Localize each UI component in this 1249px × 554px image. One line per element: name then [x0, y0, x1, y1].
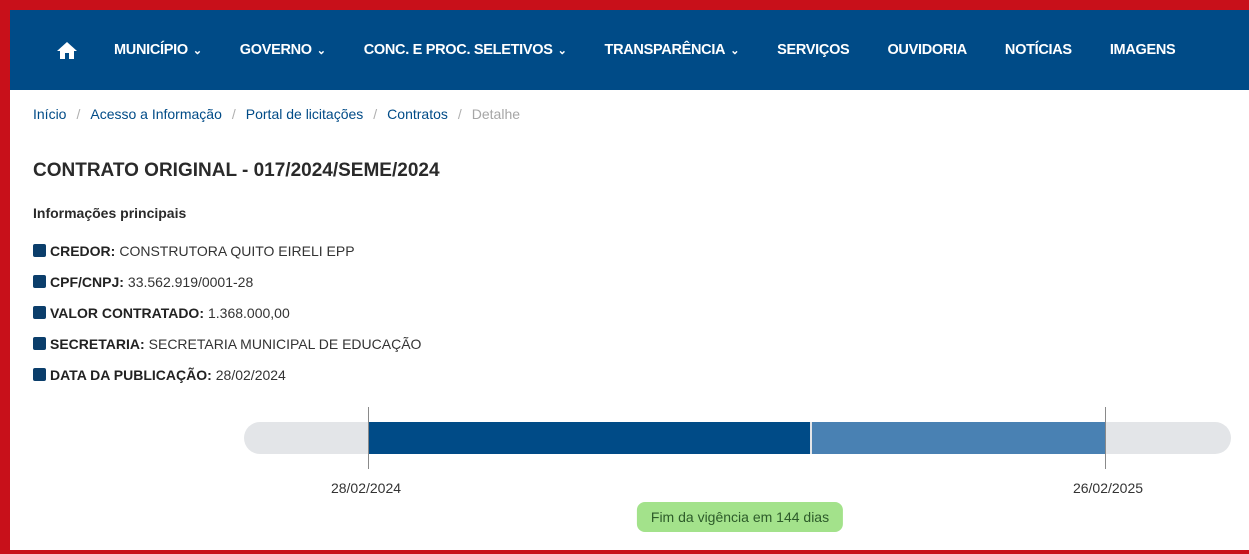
nav-item-imagens[interactable]: IMAGENS [1110, 42, 1176, 58]
info-value: 28/02/2024 [215, 366, 286, 383]
home-button[interactable] [54, 38, 80, 62]
breadcrumb: Início / Acesso a Informação / Portal de lic… [33, 106, 520, 122]
chevron-down-icon: ⌄ [730, 44, 740, 57]
info-row: CPF/CNPJ: 33.562.919/0001-28 [33, 266, 421, 297]
timeline-start-date: 28/02/2024 [330, 480, 402, 496]
square-bullet-icon [33, 275, 46, 288]
breadcrumb-item[interactable]: Portal de licitações [246, 106, 364, 122]
nav-item-conc-e-proc-seletivos[interactable]: CONC. E PROC. SELETIVOS ⌄ [364, 42, 567, 58]
square-bullet-icon [33, 368, 46, 381]
breadcrumb-separator: / [231, 106, 236, 122]
chevron-down-icon: ⌄ [316, 44, 326, 57]
vigencia-timeline [244, 422, 1231, 454]
breadcrumb-item[interactable]: Acesso a Informação [90, 106, 222, 122]
nav-item-label: TRANSPARÊNCIA [604, 42, 726, 58]
info-list: CREDOR: CONSTRUTORA QUITO EIRELI EPP CPF/C… [33, 235, 421, 390]
nav-item-ouvidoria[interactable]: OUVIDORIA [887, 42, 967, 58]
info-key: DATA DA PUBLICAÇÃO: [50, 366, 212, 383]
timeline-end-date: 26/02/2025 [1072, 480, 1144, 496]
info-value: 1.368.000,00 [207, 304, 290, 321]
square-bullet-icon [33, 306, 46, 319]
breadcrumb-item[interactable]: Contratos [387, 106, 448, 122]
breadcrumb-separator: / [457, 106, 462, 122]
vigencia-status-badge: Fim da vigência em 144 dias [636, 502, 844, 532]
nav-item-label: OUVIDORIA [887, 42, 967, 58]
info-key: VALOR CONTRATADO: [50, 304, 204, 321]
nav-item-label: NOTÍCIAS [1004, 42, 1072, 58]
info-key: CPF/CNPJ: [50, 273, 124, 290]
breadcrumb-item: Detalhe [471, 106, 521, 122]
chevron-down-icon: ⌄ [557, 44, 567, 57]
nav-item-label: IMAGENS [1109, 42, 1176, 58]
section-label: Informações principais [33, 205, 187, 221]
timeline-start-tick [368, 407, 369, 469]
nav-item-munic-pio[interactable]: MUNICÍPIO ⌄ [114, 42, 202, 58]
nav-item-not-cias[interactable]: NOTÍCIAS [1005, 42, 1072, 58]
breadcrumb-separator: / [76, 106, 81, 122]
info-key: CREDOR: [50, 242, 116, 259]
nav-item-governo[interactable]: GOVERNO ⌄ [240, 42, 326, 58]
info-row: CREDOR: CONSTRUTORA QUITO EIRELI EPP [33, 235, 421, 266]
nav-item-label: MUNICÍPIO [114, 42, 188, 58]
chevron-down-icon: ⌄ [192, 44, 202, 57]
info-row: SECRETARIA: SECRETARIA MUNICIPAL DE EDUCA… [33, 328, 421, 359]
square-bullet-icon [33, 244, 46, 257]
info-value: 33.562.919/0001-28 [127, 273, 254, 290]
info-key: SECRETARIA: [50, 335, 145, 352]
nav-item-servi-os[interactable]: SERVIÇOS [777, 42, 850, 58]
timeline-end-tick [1105, 407, 1106, 469]
info-value: SECRETARIA MUNICIPAL DE EDUCAÇÃO [148, 335, 422, 352]
nav-item-label: GOVERNO [239, 42, 312, 58]
nav-item-label: CONC. E PROC. SELETIVOS [363, 42, 553, 58]
timeline-elapsed-segment [368, 422, 810, 454]
breadcrumb-separator: / [373, 106, 378, 122]
square-bullet-icon [33, 337, 46, 350]
info-value: CONSTRUTORA QUITO EIRELI EPP [119, 242, 355, 259]
nav-item-transpar-ncia[interactable]: TRANSPARÊNCIA ⌄ [605, 42, 740, 58]
main-navbar: MUNICÍPIO ⌄ GOVERNO ⌄ CONC. E PROC. SELETIVO… [10, 10, 1249, 90]
page-title: CONTRATO ORIGINAL - 017/2024/SEME/2024 [33, 160, 440, 181]
info-row: DATA DA PUBLICAÇÃO: 28/02/2024 [33, 359, 421, 390]
home-icon [57, 41, 77, 59]
nav-item-label: SERVIÇOS [777, 42, 850, 58]
info-row: VALOR CONTRATADO: 1.368.000,00 [33, 297, 421, 328]
breadcrumb-item[interactable]: Início [33, 106, 66, 122]
timeline-remaining-segment [812, 422, 1105, 454]
